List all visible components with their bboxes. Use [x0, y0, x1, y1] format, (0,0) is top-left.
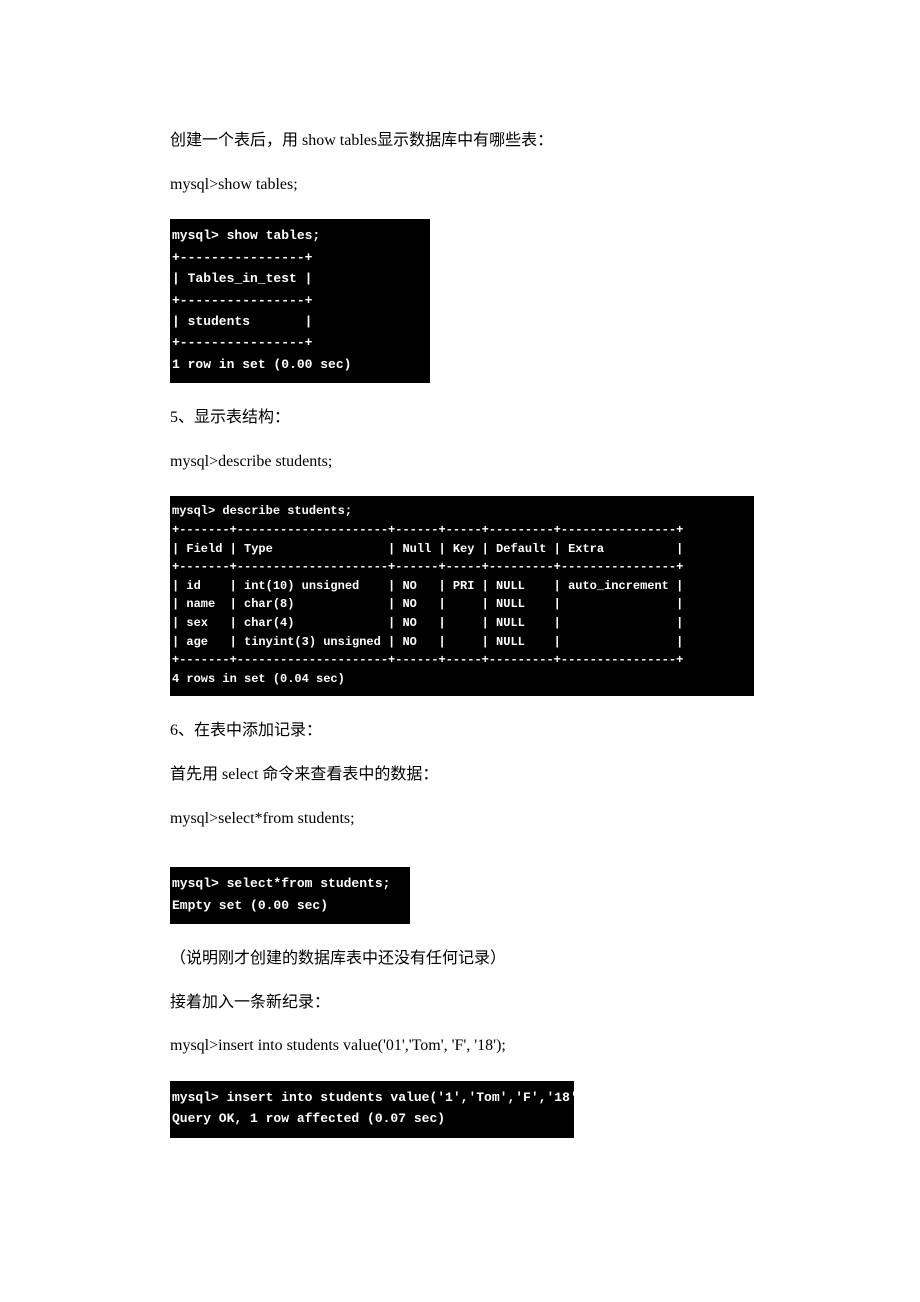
section-heading: 6、在表中添加记录：: [170, 718, 750, 744]
terminal-output-describe: mysql> describe students; +-------+-----…: [170, 496, 754, 696]
spacer: [170, 849, 750, 863]
paragraph: 首先用 select 命令来查看表中的数据：: [170, 762, 750, 788]
paragraph: 创建一个表后，用 show tables显示数据库中有哪些表：: [170, 128, 750, 154]
document-page: 创建一个表后，用 show tables显示数据库中有哪些表： mysql>sh…: [0, 0, 920, 1222]
command-line: mysql>describe students;: [170, 449, 750, 475]
paragraph: 接着加入一条新纪录：: [170, 990, 750, 1016]
command-line: mysql>select*from students;: [170, 806, 750, 832]
command-line: mysql>insert into students value('01','T…: [170, 1033, 750, 1059]
section-heading: 5、显示表结构：: [170, 405, 750, 431]
terminal-output-insert: mysql> insert into students value('1','T…: [170, 1081, 574, 1138]
terminal-output-show-tables: mysql> show tables; +----------------+ |…: [170, 219, 430, 383]
terminal-output-select: mysql> select*from students; Empty set (…: [170, 867, 410, 924]
paragraph: （说明刚才创建的数据库表中还没有任何记录）: [170, 946, 750, 972]
command-line: mysql>show tables;: [170, 172, 750, 198]
